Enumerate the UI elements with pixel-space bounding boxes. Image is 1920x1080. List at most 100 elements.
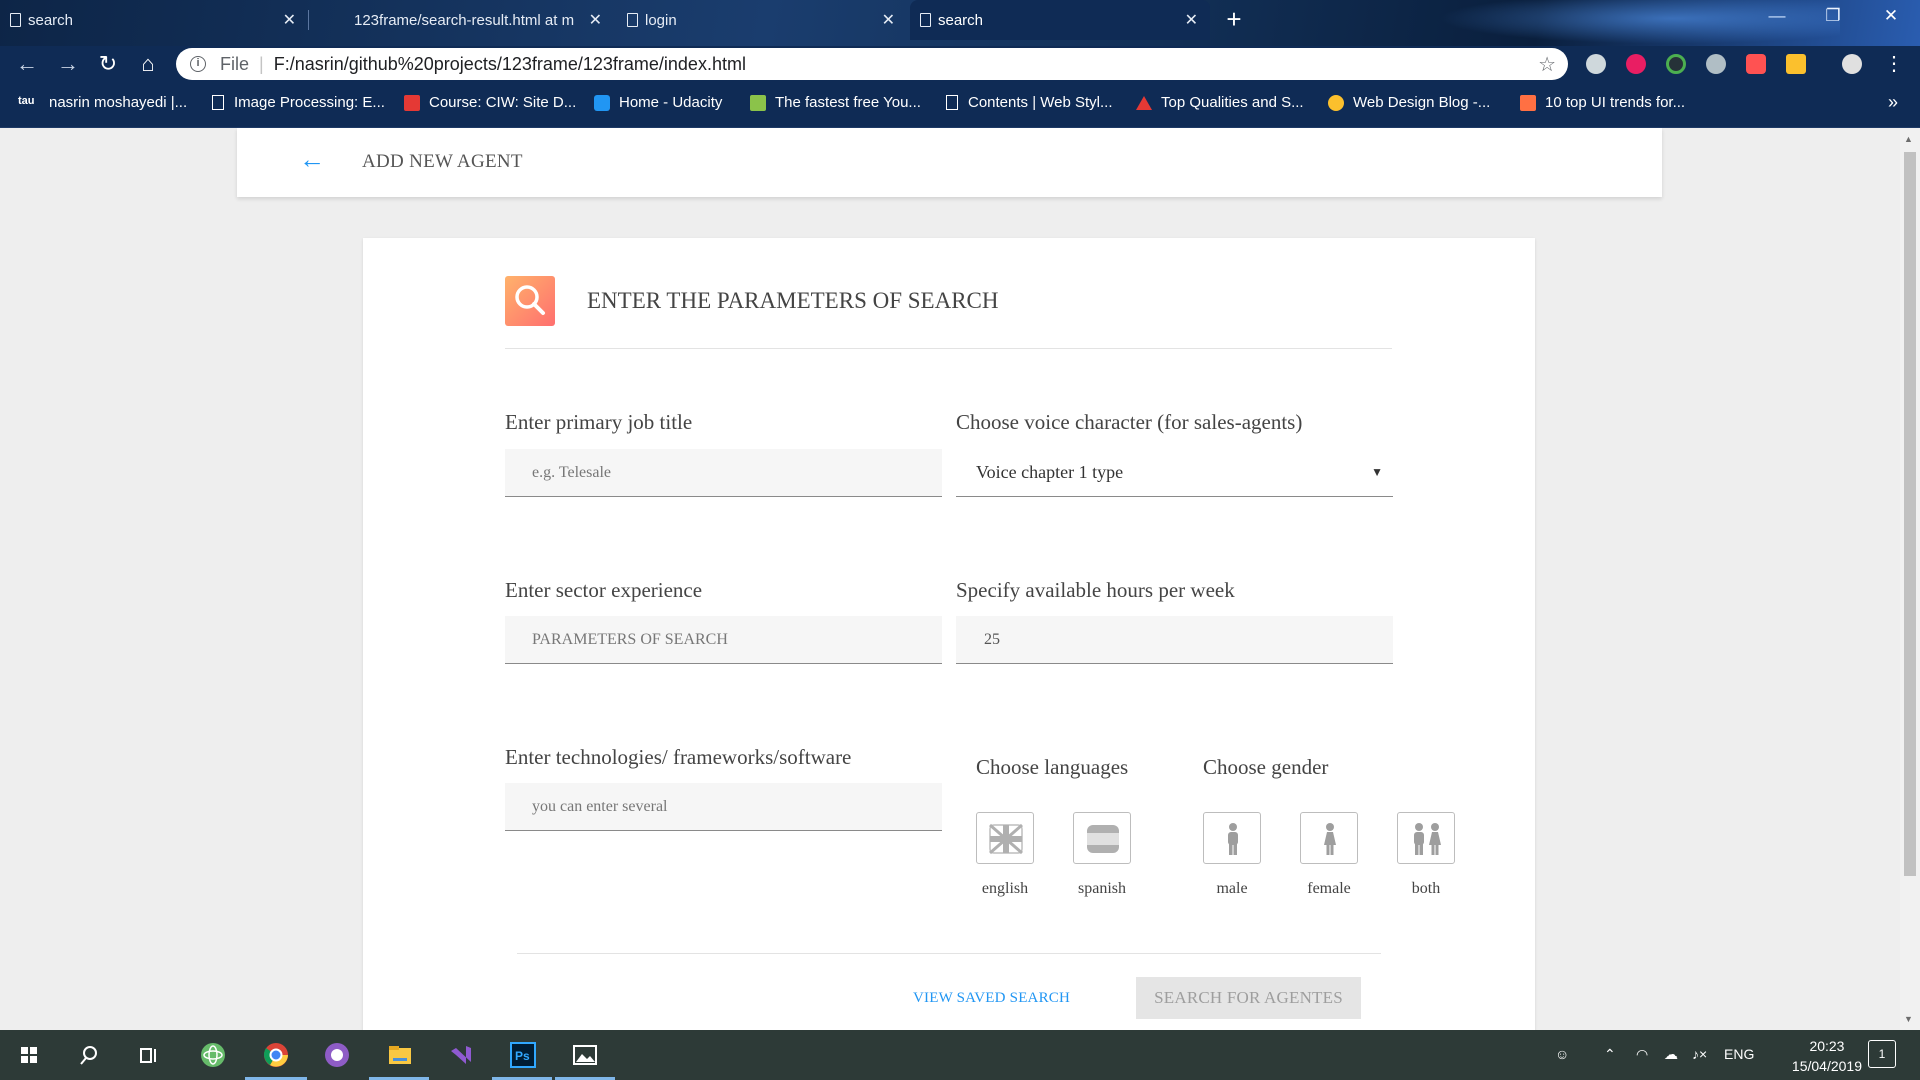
url-text[interactable]: F:/nasrin/github%20projects/123frame/123… xyxy=(274,54,746,75)
hours-per-week-input[interactable] xyxy=(956,616,1393,664)
color-extension-icon[interactable] xyxy=(1666,54,1686,74)
photoshop-icon[interactable]: Ps xyxy=(506,1038,540,1072)
bookmark-item[interactable]: The fastest free You... xyxy=(750,94,921,111)
chrome-icon[interactable] xyxy=(259,1038,293,1072)
bookmarks-overflow-button[interactable]: » xyxy=(1888,92,1898,113)
onedrive-icon[interactable]: ☁ xyxy=(1664,1046,1678,1063)
job-title-input[interactable] xyxy=(505,449,942,497)
reload-icon[interactable]: ↻ xyxy=(94,50,122,78)
profile-avatar-icon[interactable] xyxy=(1842,54,1862,74)
system-clock[interactable]: 20:23 15/04/2019 xyxy=(1792,1036,1862,1076)
couple-icon xyxy=(1414,823,1441,855)
bookmark-item[interactable]: Contents | Web Styl... xyxy=(946,94,1113,111)
people-icon[interactable]: ☺ xyxy=(1555,1046,1569,1062)
bookmark-item[interactable]: tau nasrin moshayedi |... xyxy=(18,94,187,111)
bookmark-item[interactable]: Course: CIW: Site D... xyxy=(404,94,576,111)
forward-icon[interactable]: → xyxy=(54,50,82,78)
browser-tab-bar: search ✕ 123frame/search-result.html at … xyxy=(0,0,1920,46)
chevron-up-icon[interactable]: ⌃ xyxy=(1604,1046,1616,1063)
tab-close-icon[interactable]: ✕ xyxy=(589,10,602,30)
tab-login[interactable]: login ✕ xyxy=(617,0,907,40)
document-icon xyxy=(10,13,21,27)
atom-app-icon[interactable] xyxy=(196,1038,230,1072)
menu-kebab-icon[interactable]: ⋮ xyxy=(1880,50,1908,78)
url-separator: | xyxy=(259,53,264,74)
form-title: ENTER THE PARAMETERS OF SEARCH xyxy=(587,288,999,313)
browser-toolbar: ← → ↻ ⌂ i File | F:/nasrin/github%20proj… xyxy=(0,46,1920,82)
notification-center-icon[interactable]: 1 xyxy=(1868,1040,1896,1068)
gender-label: Choose gender xyxy=(1203,755,1329,779)
language-english-button[interactable] xyxy=(976,812,1034,864)
t-extension-icon[interactable] xyxy=(1626,54,1646,74)
bookmark-item[interactable]: Image Processing: E... xyxy=(212,94,385,111)
wifi-icon[interactable]: ◠ xyxy=(1636,1046,1648,1063)
hours-per-week-label: Specify available hours per week xyxy=(956,578,1235,602)
close-window-button[interactable]: ✕ xyxy=(1876,6,1906,26)
technologies-label: Enter technologies/ frameworks/software xyxy=(505,745,852,769)
tab-search-result[interactable]: 123frame/search-result.html at m ✕ xyxy=(322,0,614,40)
search-for-agents-button[interactable]: SEARCH FOR AGENTES xyxy=(1136,977,1361,1019)
sector-experience-input[interactable] xyxy=(505,616,942,664)
tab-close-icon[interactable]: ✕ xyxy=(882,10,895,30)
chevron-down-icon: ▼ xyxy=(1371,465,1383,479)
bookmark-label: Contents | Web Styl... xyxy=(968,94,1113,111)
back-icon[interactable]: ← xyxy=(13,50,41,78)
new-tab-button[interactable]: + xyxy=(1220,6,1248,34)
view-saved-search-link[interactable]: VIEW SAVED SEARCH xyxy=(913,990,1070,1007)
gender-female-button[interactable] xyxy=(1300,812,1358,864)
minimize-button[interactable]: — xyxy=(1762,6,1792,26)
bookmark-item[interactable]: Home - Udacity xyxy=(594,94,722,111)
visual-studio-icon[interactable] xyxy=(444,1038,478,1072)
warning-triangle-icon xyxy=(1136,95,1152,110)
gender-male-button[interactable] xyxy=(1203,812,1261,864)
scroll-up-icon[interactable]: ▲ xyxy=(1904,134,1913,144)
divider xyxy=(517,953,1381,954)
address-bar[interactable]: i File | F:/nasrin/github%20projects/123… xyxy=(176,48,1568,80)
volume-muted-icon[interactable]: ♪× xyxy=(1692,1046,1707,1062)
windows-start-icon[interactable] xyxy=(12,1038,46,1072)
document-icon xyxy=(627,13,638,27)
tab-search-1[interactable]: search ✕ xyxy=(0,0,309,40)
uk-flag-icon xyxy=(989,823,1023,855)
github-desktop-icon[interactable] xyxy=(320,1038,354,1072)
gender-both-button[interactable] xyxy=(1397,812,1455,864)
note-extension-icon[interactable] xyxy=(1786,54,1806,74)
info-icon[interactable]: i xyxy=(190,56,206,72)
back-arrow-icon[interactable]: ← xyxy=(299,145,325,173)
tab-search-2-active[interactable]: search ✕ xyxy=(910,0,1210,40)
voice-character-label: Choose voice character (for sales-agents… xyxy=(956,410,1303,434)
page-header: ← ADD NEW AGENT xyxy=(237,128,1662,197)
page-scrollbar[interactable]: ▲ ▼ xyxy=(1900,128,1920,1030)
gear-extension-icon[interactable] xyxy=(1706,54,1726,74)
scrollbar-thumb[interactable] xyxy=(1904,152,1916,876)
tab-title: search xyxy=(938,11,984,29)
tau-icon: tau xyxy=(18,94,35,107)
bookmark-label: Top Qualities and S... xyxy=(1161,94,1304,111)
bookmark-item[interactable]: 10 top UI trends for... xyxy=(1520,94,1685,111)
udacity-icon xyxy=(594,94,610,111)
language-spanish-button[interactable] xyxy=(1073,812,1131,864)
file-explorer-icon[interactable] xyxy=(383,1038,417,1072)
home-icon[interactable]: ⌂ xyxy=(134,50,162,78)
scroll-down-icon[interactable]: ▼ xyxy=(1904,1014,1913,1024)
tab-close-icon[interactable]: ✕ xyxy=(283,10,296,30)
search-icon[interactable] xyxy=(72,1038,106,1072)
document-icon xyxy=(946,95,958,110)
wdb-icon xyxy=(1328,94,1344,111)
bookmark-star-icon[interactable]: ☆ xyxy=(1538,52,1556,77)
voice-character-select[interactable]: Voice chapter 1 type ▼ xyxy=(956,449,1393,497)
restore-button[interactable]: ❐ xyxy=(1818,6,1848,26)
url-scheme: File xyxy=(220,53,250,74)
notification-count: 1 xyxy=(1878,1047,1886,1061)
camera-extension-icon[interactable] xyxy=(1586,54,1606,74)
gender-both-label: both xyxy=(1411,880,1441,897)
bookmark-item[interactable]: Web Design Blog -... xyxy=(1328,94,1490,111)
language-indicator[interactable]: ENG xyxy=(1724,1046,1754,1062)
photos-app-icon[interactable] xyxy=(568,1038,602,1072)
video-extension-icon[interactable] xyxy=(1746,54,1766,74)
tab-close-icon[interactable]: ✕ xyxy=(1185,10,1198,30)
technologies-input[interactable] xyxy=(505,783,942,831)
bookmark-item[interactable]: Top Qualities and S... xyxy=(1136,94,1304,111)
task-view-icon[interactable] xyxy=(132,1038,166,1072)
bookmark-label: nasrin moshayedi |... xyxy=(49,94,188,111)
